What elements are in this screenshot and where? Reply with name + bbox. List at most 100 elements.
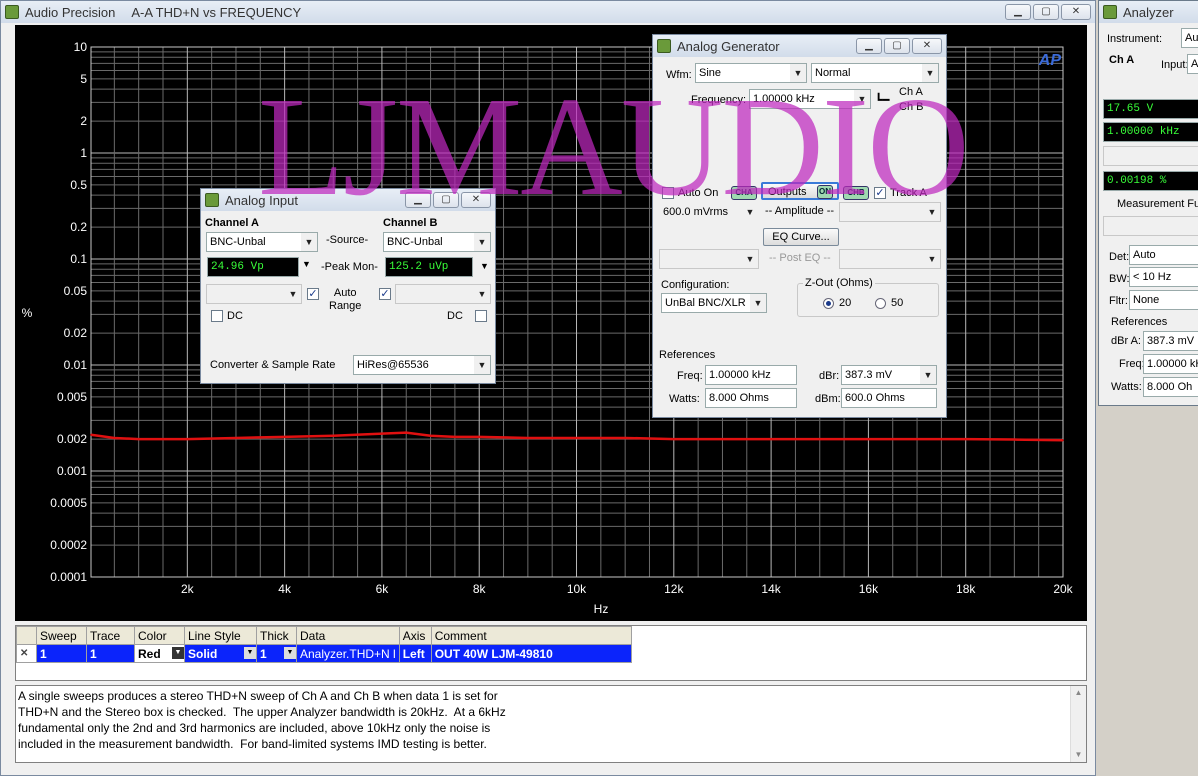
- peak-mon-b-readout[interactable]: 125.2 uVp: [385, 257, 473, 277]
- reading-frequency[interactable]: 1.00000 kHz▼: [1103, 122, 1198, 142]
- reading-empty[interactable]: [1103, 146, 1198, 166]
- y-tick-label: 2: [80, 114, 87, 128]
- chevron-down-icon[interactable]: ▼: [474, 285, 490, 303]
- range-b-select[interactable]: ▼: [395, 284, 491, 304]
- converter-select[interactable]: HiRes@65536 ▼: [353, 355, 491, 375]
- table-row[interactable]: ✕ 1 1 Red ▼ Solid ▼ 1 ▼ Analyzer.THD+N l Le…: [16, 644, 632, 663]
- minimize-icon[interactable]: ▁: [856, 38, 882, 54]
- auto-on-checkbox[interactable]: [662, 187, 674, 199]
- gen-watts-ref-field[interactable]: 8.000 Ohms: [705, 388, 797, 408]
- frequency-field[interactable]: 1.00000 kHz ▼: [749, 89, 871, 109]
- gen-freq-ref-field[interactable]: 1.00000 kHz: [705, 365, 797, 385]
- dc-b-checkbox[interactable]: [475, 310, 487, 322]
- chevron-down-icon[interactable]: ▼: [1194, 172, 1198, 190]
- track-a-label: Track A: [890, 187, 927, 199]
- chevron-down-icon[interactable]: ▼: [302, 259, 311, 269]
- main-titlebar[interactable]: Audio Precision A-A THD+N vs FREQUENCY ▁ …: [1, 1, 1095, 23]
- notes-scrollbar[interactable]: ▲ ▼: [1070, 686, 1086, 762]
- chevron-down-icon[interactable]: ▼: [924, 203, 940, 221]
- cell-line-style[interactable]: Solid ▼: [184, 644, 257, 663]
- dc-a-checkbox[interactable]: [211, 310, 223, 322]
- cha-badge[interactable]: CHA: [731, 186, 757, 200]
- det-select[interactable]: Auto: [1129, 245, 1198, 265]
- maximize-icon[interactable]: ▢: [1033, 4, 1059, 20]
- configuration-select[interactable]: UnBal BNC/XLR ▼: [661, 293, 767, 313]
- auto-range-b-checkbox[interactable]: ✓: [379, 288, 391, 300]
- header-thick: Thick: [256, 626, 297, 645]
- cell-trace[interactable]: 1: [86, 644, 135, 663]
- x-tick-label: 2k: [181, 582, 195, 596]
- notes-panel[interactable]: A single sweeps produces a stereo THD+N …: [15, 685, 1087, 763]
- chevron-down-icon[interactable]: ▼: [284, 647, 296, 659]
- post-eq-a-field[interactable]: ▼: [659, 249, 759, 269]
- chevron-down-icon[interactable]: ▼: [922, 64, 938, 82]
- cell-color[interactable]: Red ▼: [134, 644, 185, 663]
- zout-50-radio[interactable]: [875, 298, 886, 309]
- chb-badge[interactable]: CHB: [843, 186, 869, 200]
- analog-input-titlebar[interactable]: Analog Input ▁ ▢ ✕: [201, 189, 495, 211]
- gen-references-label: References: [659, 349, 716, 361]
- chevron-down-icon[interactable]: ▼: [474, 356, 490, 374]
- zout-20-radio[interactable]: [823, 298, 834, 309]
- measurement-function-select[interactable]: [1103, 216, 1198, 236]
- dbr-ref-field[interactable]: 387.3 mV ▼: [841, 365, 937, 385]
- fltr-select[interactable]: None: [1129, 290, 1198, 310]
- reading-thdn[interactable]: 0.00198 %▼: [1103, 171, 1198, 191]
- chevron-down-icon[interactable]: ▼: [1194, 100, 1198, 118]
- maximize-icon[interactable]: ▢: [884, 38, 910, 54]
- waveform-mode-select[interactable]: Normal ▼: [811, 63, 939, 83]
- range-a-select[interactable]: ▼: [206, 284, 302, 304]
- chevron-down-icon[interactable]: ▼: [742, 203, 758, 221]
- dbm-ref-field[interactable]: 600.0 Ohms: [841, 388, 937, 408]
- chevron-down-icon[interactable]: ▼: [285, 285, 301, 303]
- close-icon[interactable]: ✕: [461, 192, 491, 208]
- chevron-down-icon[interactable]: ▼: [244, 647, 256, 659]
- cell-comment[interactable]: OUT 40W LJM-49810: [430, 644, 632, 663]
- dc-a-label: DC: [227, 310, 243, 322]
- maximize-icon[interactable]: ▢: [433, 192, 459, 208]
- minimize-icon[interactable]: ▁: [405, 192, 431, 208]
- cell-thick[interactable]: 1 ▼: [256, 644, 297, 663]
- chevron-down-icon[interactable]: ▼: [301, 233, 317, 251]
- peak-mon-a-readout[interactable]: 24.96 Vp: [207, 257, 299, 277]
- input-select[interactable]: A: [1187, 54, 1198, 74]
- instrument-select[interactable]: Au: [1181, 28, 1198, 48]
- y-tick-label: 10: [74, 40, 88, 54]
- data-point: [964, 438, 967, 440]
- chevron-down-icon[interactable]: ▼: [1194, 123, 1198, 141]
- analyzer-freq-field[interactable]: 1.00000 kH: [1143, 354, 1198, 374]
- chevron-down-icon[interactable]: ▼: [750, 294, 766, 312]
- chevron-down-icon[interactable]: ▼: [790, 64, 806, 82]
- cell-axis[interactable]: Left: [398, 644, 432, 663]
- row-enable-checkbox[interactable]: ✕: [16, 644, 37, 663]
- auto-range-a-checkbox[interactable]: ✓: [307, 288, 319, 300]
- analyzer-watts-field[interactable]: 8.000 Oh: [1143, 377, 1198, 397]
- analog-generator-titlebar[interactable]: Analog Generator ▁ ▢ ✕: [653, 35, 946, 57]
- reading-level[interactable]: 17.65 V▼: [1103, 99, 1198, 119]
- minimize-icon[interactable]: ▁: [1005, 4, 1031, 20]
- chevron-down-icon[interactable]: ▼: [480, 261, 489, 271]
- amplitude-b-field[interactable]: ▼: [839, 202, 941, 222]
- dbra-field[interactable]: 387.3 mV: [1143, 331, 1198, 351]
- track-a-checkbox[interactable]: ✓: [874, 187, 886, 199]
- chevron-down-icon[interactable]: ▼: [742, 250, 758, 268]
- chevron-down-icon[interactable]: ▼: [854, 90, 870, 108]
- source-a-select[interactable]: BNC-Unbal ▼: [206, 232, 318, 252]
- waveform-select[interactable]: Sine ▼: [695, 63, 807, 83]
- cell-sweep[interactable]: 1: [36, 644, 87, 663]
- close-icon[interactable]: ✕: [1061, 4, 1091, 20]
- chevron-down-icon[interactable]: ▼: [920, 366, 936, 384]
- cell-data[interactable]: Analyzer.THD+N l: [296, 644, 400, 663]
- eq-curve-button[interactable]: EQ Curve...: [763, 228, 839, 246]
- source-b-select[interactable]: BNC-Unbal ▼: [383, 232, 491, 252]
- post-eq-b-field[interactable]: ▼: [839, 249, 941, 269]
- chevron-down-icon[interactable]: ▼: [474, 233, 490, 251]
- analyzer-titlebar[interactable]: Analyzer: [1099, 1, 1198, 23]
- chevron-down-icon[interactable]: ▼: [172, 647, 184, 659]
- bw-select[interactable]: < 10 Hz: [1129, 267, 1198, 287]
- close-icon[interactable]: ✕: [912, 38, 942, 54]
- chevron-down-icon[interactable]: ▼: [924, 250, 940, 268]
- ap-app-icon: [1103, 5, 1117, 19]
- amplitude-field[interactable]: 600.0 mVrms ▼: [659, 202, 759, 222]
- outputs-button[interactable]: Outputs ON: [761, 182, 839, 200]
